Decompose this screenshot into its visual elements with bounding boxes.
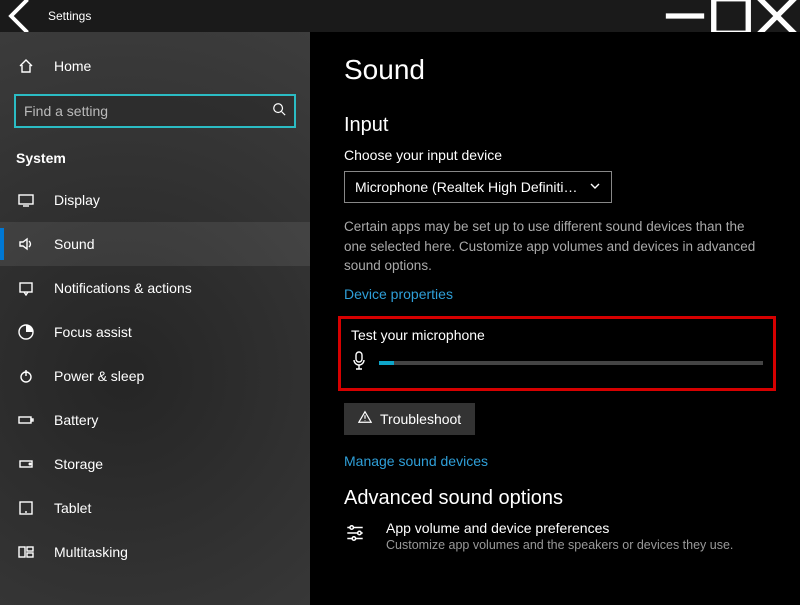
choose-input-label: Choose your input device (344, 147, 770, 163)
window-title: Settings (44, 9, 91, 23)
warning-icon (358, 410, 372, 427)
test-microphone-label: Test your microphone (351, 327, 763, 343)
sidebar-item-label: Power & sleep (54, 368, 144, 384)
sidebar-item-power[interactable]: Power & sleep (0, 354, 310, 398)
nav-home-label: Home (54, 58, 91, 74)
sound-icon (16, 234, 36, 254)
main-panel: Sound Input Choose your input device Mic… (310, 32, 800, 605)
sliders-icon (344, 520, 372, 549)
sidebar-item-battery[interactable]: Battery (0, 398, 310, 442)
title-bar: Settings (0, 0, 800, 32)
troubleshoot-button[interactable]: Troubleshoot (344, 403, 475, 435)
microphone-meter-row (351, 351, 763, 376)
sidebar-item-label: Multitasking (54, 544, 128, 560)
sidebar-item-label: Battery (54, 412, 98, 428)
troubleshoot-label: Troubleshoot (380, 411, 461, 427)
chevron-down-icon (589, 179, 601, 195)
sidebar-item-tablet[interactable]: Tablet (0, 486, 310, 530)
sidebar-item-sound[interactable]: Sound (0, 222, 310, 266)
test-microphone-section: Test your microphone (338, 316, 776, 391)
tablet-icon (16, 498, 36, 518)
dropdown-value: Microphone (Realtek High Definiti… (355, 179, 578, 195)
close-button[interactable] (754, 0, 800, 32)
back-button[interactable] (0, 0, 44, 32)
microphone-level-meter (379, 361, 763, 365)
microphone-level-fill (379, 361, 394, 365)
search-icon (272, 102, 286, 121)
search-input[interactable] (24, 103, 272, 119)
sidebar-item-notifications[interactable]: Notifications & actions (0, 266, 310, 310)
battery-icon (16, 410, 36, 430)
storage-icon (16, 454, 36, 474)
notifications-icon (16, 278, 36, 298)
sidebar-category: System (0, 138, 310, 178)
nav-home[interactable]: Home (0, 44, 310, 88)
window-controls (662, 0, 800, 32)
search-field[interactable] (14, 94, 296, 128)
minimize-button[interactable] (662, 0, 708, 32)
maximize-button[interactable] (708, 0, 754, 32)
microphone-icon (351, 351, 369, 376)
sidebar-item-multitasking[interactable]: Multitasking (0, 530, 310, 574)
sidebar-item-storage[interactable]: Storage (0, 442, 310, 486)
device-properties-link[interactable]: Device properties (344, 286, 770, 302)
sidebar-item-label: Storage (54, 456, 103, 472)
sidebar-item-label: Focus assist (54, 324, 132, 340)
sidebar-item-display[interactable]: Display (0, 178, 310, 222)
input-heading: Input (344, 114, 770, 137)
advanced-heading: Advanced sound options (344, 487, 770, 510)
sidebar-item-label: Notifications & actions (54, 280, 192, 296)
manage-devices-link[interactable]: Manage sound devices (344, 453, 770, 469)
input-help-text: Certain apps may be set up to use differ… (344, 217, 770, 276)
app-volume-title: App volume and device preferences (386, 520, 733, 536)
focus-icon (16, 322, 36, 342)
home-icon (16, 56, 36, 76)
input-device-dropdown[interactable]: Microphone (Realtek High Definiti… (344, 171, 612, 203)
search-container (14, 94, 296, 128)
sidebar-item-label: Sound (54, 236, 94, 252)
multitasking-icon (16, 542, 36, 562)
app-volume-desc: Customize app volumes and the speakers o… (386, 538, 733, 552)
display-icon (16, 190, 36, 210)
sidebar-item-label: Tablet (54, 500, 91, 516)
power-icon (16, 366, 36, 386)
sidebar-item-focus[interactable]: Focus assist (0, 310, 310, 354)
sidebar-category-label: System (16, 150, 66, 166)
sidebar: Home System Display Sound Notifications … (0, 32, 310, 605)
page-heading: Sound (344, 54, 770, 86)
app-volume-preferences[interactable]: App volume and device preferences Custom… (344, 520, 770, 552)
sidebar-item-label: Display (54, 192, 100, 208)
